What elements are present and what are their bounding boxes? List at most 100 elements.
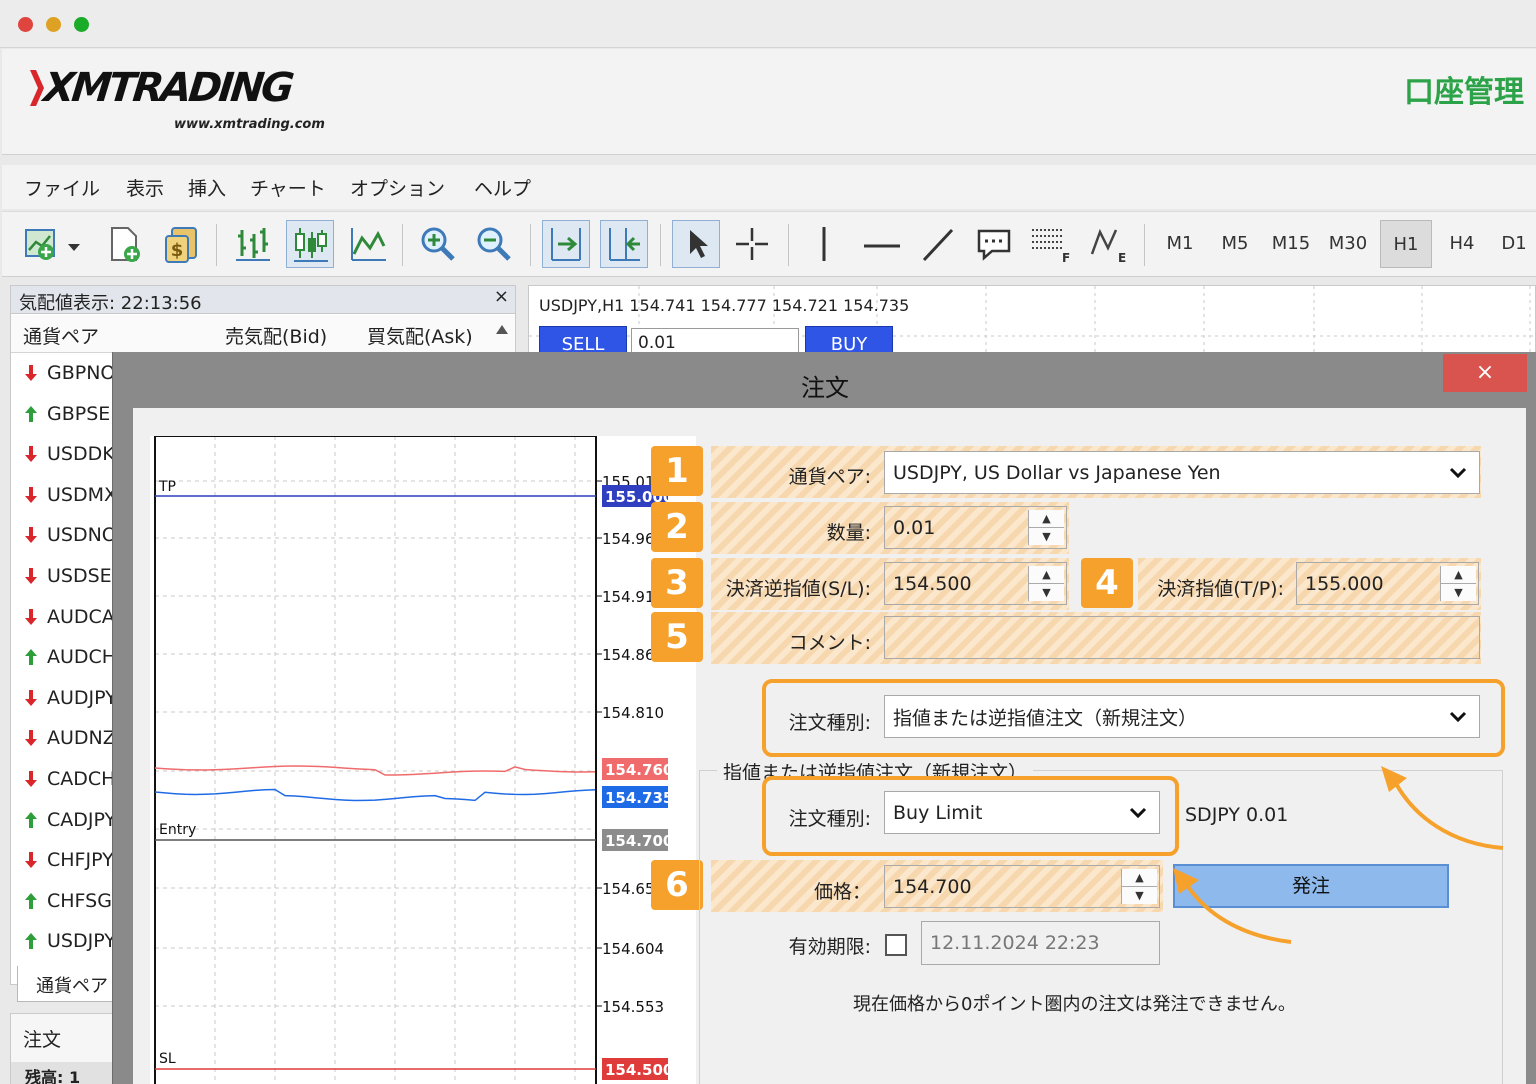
chart-window[interactable]: USDJPY,H1 154.741 154.777 154.721 154.73…	[528, 285, 1536, 358]
comment-label: コメント:	[788, 632, 871, 654]
menu-chart[interactable]: チャート	[250, 174, 326, 201]
pending-type-value: Buy Limit	[893, 801, 983, 824]
column-symbol[interactable]: 通貨ペア	[23, 322, 99, 349]
zoom-in-button[interactable]	[414, 220, 462, 268]
vertical-line-button[interactable]	[800, 220, 848, 268]
symbol-name: GBPNO	[47, 362, 116, 384]
new-order-button[interactable]	[100, 220, 148, 268]
bar-chart-button[interactable]	[228, 220, 276, 268]
volume-label: 数量:	[826, 522, 871, 544]
spin-down-icon[interactable]: ▼	[1029, 528, 1064, 546]
timeframe-m30[interactable]: M30	[1322, 220, 1374, 268]
column-bid[interactable]: 売気配(Bid)	[225, 322, 327, 349]
new-chart-button[interactable]	[20, 220, 86, 268]
text-label-button[interactable]	[970, 220, 1018, 268]
y-tick-label: 154.553	[602, 998, 664, 1016]
svg-text:F: F	[1062, 251, 1070, 264]
symbol-name: USDJPY	[47, 930, 116, 953]
timeframe-m15[interactable]: M15	[1265, 220, 1317, 268]
trendline-button[interactable]	[914, 220, 962, 268]
menu-file[interactable]: ファイル	[24, 174, 100, 201]
spin-up-icon[interactable]: ▲	[1029, 566, 1064, 584]
arrow-down-icon	[25, 730, 37, 747]
column-ask[interactable]: 買気配(Ask)	[367, 322, 473, 349]
symbol-select[interactable]: USDJPY, US Dollar vs Japanese Yen	[884, 451, 1480, 494]
pending-type-select[interactable]: Buy Limit	[884, 791, 1160, 834]
tp-stepper[interactable]: ▲ ▼	[1440, 566, 1476, 601]
volume-stepper[interactable]: ▲ ▼	[1028, 510, 1064, 545]
symbol-name: AUDCH	[47, 646, 117, 669]
volume-value: 0.01	[893, 516, 936, 539]
cursor-icon	[690, 230, 708, 258]
horizontal-line-button[interactable]	[858, 220, 906, 268]
timeframe-d1[interactable]: D1	[1492, 220, 1536, 268]
arrow-down-icon	[25, 527, 37, 544]
horizontal-line-icon	[864, 244, 900, 248]
spin-down-icon[interactable]: ▼	[1122, 887, 1157, 905]
crosshair-button[interactable]	[728, 220, 776, 268]
text-label-icon	[977, 229, 1011, 261]
symbol-name: CHFSGI	[47, 889, 118, 912]
chart-shift-button[interactable]	[600, 220, 648, 268]
timeframe-m5[interactable]: M5	[1209, 220, 1261, 268]
sl-input[interactable]: 154.500 ▲ ▼	[884, 562, 1067, 605]
market-watch-tab-symbols[interactable]: 通貨ペア	[17, 966, 127, 1002]
timeframe-m1[interactable]: M1	[1154, 220, 1206, 268]
cursor-button[interactable]	[672, 220, 720, 268]
market-watch-close-button[interactable]: ×	[494, 286, 509, 307]
spin-up-icon[interactable]: ▲	[1029, 510, 1064, 528]
symbol-name: AUDJPY	[47, 686, 117, 709]
tp-input[interactable]: 155.000 ▲ ▼	[1296, 562, 1479, 605]
symbol-name: CHFJPY	[47, 849, 114, 872]
menu-options[interactable]: オプション	[350, 174, 445, 201]
price-tag-label: 154.500	[605, 1061, 673, 1079]
window-close-button[interactable]	[18, 17, 33, 32]
terminal-title: 注文	[23, 1029, 62, 1051]
expiry-input[interactable]: 12.11.2024 22:23	[921, 921, 1160, 965]
candlestick-button[interactable]	[286, 220, 334, 268]
bar-chart-icon	[236, 228, 270, 261]
elliott-icon: E	[1090, 228, 1126, 264]
zoom-out-button[interactable]	[470, 220, 518, 268]
y-tick-label: 154.810	[602, 704, 664, 722]
menu-view[interactable]: 表示	[126, 174, 164, 201]
symbol-name: USDSEI	[47, 565, 118, 587]
menu-help[interactable]: ヘルプ	[474, 174, 531, 201]
market-watch-header: 気配値表示: 22:13:56 ×	[11, 286, 515, 314]
symbol-value: USDJPY, US Dollar vs Japanese Yen	[893, 461, 1221, 484]
auto-scroll-button[interactable]	[542, 220, 590, 268]
expiry-checkbox[interactable]	[885, 934, 907, 956]
price-input[interactable]: 154.700 ▲ ▼	[884, 865, 1160, 908]
arrow-down-icon	[25, 689, 37, 706]
symbol-name: USDNO	[47, 524, 117, 547]
dialog-close-button[interactable]: ×	[1443, 354, 1527, 392]
dialog-body: TP Entry SL 155.01 154.96 154.91 154.86 154.810…	[133, 408, 1526, 1084]
account-management-link[interactable]: 口座管理	[1404, 67, 1524, 111]
fibonacci-button[interactable]: F	[1026, 220, 1074, 268]
market-watch-icon: $	[165, 227, 197, 263]
window-maximize-button[interactable]	[74, 17, 89, 32]
chart-symbol-info: USDJPY,H1 154.741 154.777 154.721 154.73…	[539, 296, 910, 315]
spin-up-icon[interactable]: ▲	[1122, 869, 1157, 887]
comment-input[interactable]	[884, 616, 1480, 659]
crosshair-icon	[736, 228, 768, 260]
arrow-down-icon	[25, 771, 37, 787]
timeframe-h4[interactable]: H4	[1436, 220, 1488, 268]
sl-stepper[interactable]: ▲ ▼	[1028, 566, 1064, 601]
scroll-up-icon[interactable]	[495, 323, 509, 335]
price-label: 価格：	[813, 881, 871, 903]
spin-down-icon[interactable]: ▼	[1029, 584, 1064, 602]
timeframe-h1[interactable]: H1	[1380, 220, 1432, 268]
volume-input[interactable]: 0.01 ▲ ▼	[884, 506, 1067, 549]
line-chart-button[interactable]	[344, 220, 392, 268]
sl-label: SL	[159, 1051, 176, 1067]
spin-up-icon[interactable]: ▲	[1441, 566, 1476, 584]
elliott-button[interactable]: E	[1084, 220, 1132, 268]
spin-down-icon[interactable]: ▼	[1441, 584, 1476, 602]
order-type-select[interactable]: 指値または逆指値注文（新規注文）	[884, 695, 1480, 738]
price-stepper[interactable]: ▲ ▼	[1121, 869, 1157, 904]
market-watch-button[interactable]: $	[158, 220, 206, 268]
menu-insert[interactable]: 挿入	[188, 174, 226, 201]
step-badge-4: 4	[1081, 558, 1133, 608]
window-minimize-button[interactable]	[46, 17, 61, 32]
